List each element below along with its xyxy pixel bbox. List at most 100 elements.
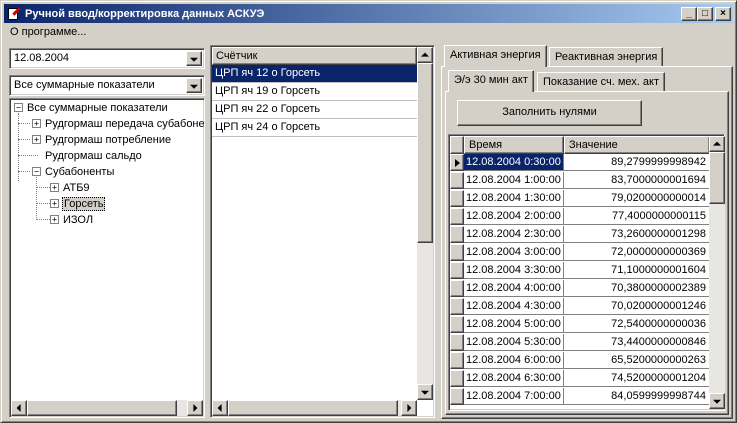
row-indicator[interactable] (450, 280, 464, 297)
filter-combobox-dropdown-button[interactable] (186, 78, 202, 93)
row-indicator[interactable] (450, 316, 464, 333)
list-item[interactable]: ЦРП яч 22 о Горсеть (212, 101, 417, 119)
expand-icon[interactable]: + (50, 183, 59, 192)
grid-header-time[interactable]: Время (464, 136, 564, 154)
collapse-icon[interactable]: − (32, 167, 41, 176)
tree-node-subitem[interactable]: + АТБ9 (50, 180, 91, 195)
meter-list[interactable]: Счётчик ЦРП яч 12 о Горсеть ЦРП яч 19 о … (210, 45, 435, 418)
scroll-thumb[interactable] (228, 400, 398, 416)
grid-cell-value[interactable]: 72,5400000000036 (564, 316, 710, 333)
grid-vertical-scrollbar[interactable] (709, 136, 725, 409)
expand-icon[interactable]: + (50, 199, 59, 208)
grid-cell-value[interactable]: 74,5200000001204 (564, 370, 710, 387)
scroll-right-button[interactable] (401, 400, 417, 416)
tree-node-subitem[interactable]: + ИЗОЛ (50, 212, 94, 227)
maximize-button[interactable]: □ (697, 6, 713, 21)
scroll-thumb[interactable] (417, 63, 433, 243)
grid-cell-time[interactable]: 12.08.2004 1:30:00 (464, 190, 564, 207)
grid-cell-time[interactable]: 12.08.2004 1:00:00 (464, 172, 564, 189)
tree-node-item[interactable]: + Рудгормаш передача субабонентам (32, 116, 205, 131)
row-indicator[interactable] (450, 154, 464, 171)
grid-cell-time[interactable]: 12.08.2004 6:30:00 (464, 370, 564, 387)
grid-cell-time[interactable]: 12.08.2004 7:00:00 (464, 388, 564, 405)
row-indicator[interactable] (450, 388, 464, 405)
current-row-pointer-icon (455, 159, 460, 167)
grid-cell-value[interactable]: 79,0200000000014 (564, 190, 710, 207)
row-indicator[interactable] (450, 172, 464, 189)
grid-cell-value[interactable]: 83,7000000001694 (564, 172, 710, 189)
grid-cell-time[interactable]: 12.08.2004 0:30:00 (464, 154, 564, 171)
grid-cell-value[interactable]: 73,2600000001298 (564, 226, 710, 243)
list-item-selected[interactable]: ЦРП яч 12 о Горсеть (212, 65, 417, 83)
grid-cell-time[interactable]: 12.08.2004 2:30:00 (464, 226, 564, 243)
fill-zeros-button[interactable]: Заполнить нулями (457, 100, 642, 126)
row-indicator[interactable] (450, 370, 464, 387)
tree-node-item[interactable]: − Субабоненты (32, 164, 115, 179)
list-item[interactable]: ЦРП яч 19 о Горсеть (212, 83, 417, 101)
grid-cell-time[interactable]: 12.08.2004 4:30:00 (464, 298, 564, 315)
tree-node-item[interactable]: + Рудгормаш потребление (32, 132, 172, 147)
grid-cell-value[interactable]: 77,4000000000115 (564, 208, 710, 225)
grid-cell-time[interactable]: 12.08.2004 3:00:00 (464, 244, 564, 261)
scroll-down-button[interactable] (417, 384, 433, 400)
tree-node-label: Рудгормаш передача субабонентам (45, 117, 205, 130)
grid-cell-value[interactable]: 72,0000000000369 (564, 244, 710, 261)
close-button[interactable]: × (715, 6, 731, 21)
minimize-button[interactable]: _ (681, 6, 697, 21)
scroll-thumb[interactable] (709, 152, 725, 204)
grid-cell-value[interactable]: 70,3800000002389 (564, 280, 710, 297)
tab-reactive-energy[interactable]: Реактивная энергия (549, 47, 664, 67)
list-item[interactable]: ЦРП яч 24 о Горсеть (212, 119, 417, 137)
grid-cell-value[interactable]: 73,4400000000846 (564, 334, 710, 351)
menu-about[interactable]: О программе... (4, 26, 92, 38)
tree-node-item[interactable]: Рудгормаш сальдо (44, 148, 143, 163)
row-indicator[interactable] (450, 298, 464, 315)
row-indicator[interactable] (450, 352, 464, 369)
tree-horizontal-scrollbar[interactable] (11, 400, 203, 416)
grid-header-value[interactable]: Значение (564, 136, 710, 154)
scroll-thumb[interactable] (27, 400, 177, 416)
data-grid[interactable]: Время Значение 12.08.2004 0:30:00 89,2799… (448, 134, 725, 411)
tab-meter-reading[interactable]: Показание сч. мех. акт (537, 72, 665, 92)
collapse-icon[interactable]: − (14, 103, 23, 112)
tab-active-energy[interactable]: Активная энергия (444, 45, 547, 67)
row-indicator[interactable] (450, 334, 464, 351)
grid-cell-value[interactable]: 70,0200000001246 (564, 298, 710, 315)
tree-node-root[interactable]: − Все суммарные показатели (14, 100, 169, 115)
expand-icon[interactable]: + (50, 215, 59, 224)
grid-cell-value[interactable]: 71,1000000001604 (564, 262, 710, 279)
tab-30min-active[interactable]: Э/э 30 мин акт (448, 70, 534, 92)
tree-node-subitem[interactable]: + Горсеть (50, 196, 106, 211)
row-indicator[interactable] (450, 190, 464, 207)
scroll-right-button[interactable] (187, 400, 203, 416)
list-vertical-scrollbar[interactable] (417, 47, 433, 400)
row-indicator[interactable] (450, 262, 464, 279)
expand-icon[interactable]: + (32, 135, 41, 144)
grid-cell-time[interactable]: 12.08.2004 5:30:00 (464, 334, 564, 351)
scroll-left-button[interactable] (212, 400, 228, 416)
list-column-header[interactable]: Счётчик (212, 47, 417, 65)
tree-view[interactable]: − Все суммарные показатели + Рудгормаш п… (9, 98, 205, 418)
grid-cell-value[interactable]: 89,2799999998942 (564, 154, 710, 171)
expand-icon[interactable]: + (32, 119, 41, 128)
grid-cell-time[interactable]: 12.08.2004 6:00:00 (464, 352, 564, 369)
grid-cell-time[interactable]: 12.08.2004 2:00:00 (464, 208, 564, 225)
filter-combobox[interactable]: Все суммарные показатели (9, 75, 205, 96)
date-combobox-dropdown-button[interactable] (186, 51, 202, 66)
scroll-up-button[interactable] (417, 47, 433, 63)
scroll-left-button[interactable] (11, 400, 27, 416)
tree-node-label: Субабоненты (45, 165, 115, 178)
grid-cell-time[interactable]: 12.08.2004 4:00:00 (464, 280, 564, 297)
grid-cell-value[interactable]: 65,5200000000263 (564, 352, 710, 369)
row-indicator[interactable] (450, 244, 464, 261)
list-horizontal-scrollbar[interactable] (212, 400, 417, 416)
scroll-down-button[interactable] (709, 393, 725, 409)
row-indicator[interactable] (450, 226, 464, 243)
grid-cell-value[interactable]: 84,0599999998744 (564, 388, 710, 405)
scroll-up-button[interactable] (709, 136, 725, 152)
grid-cell-time[interactable]: 12.08.2004 5:00:00 (464, 316, 564, 333)
row-indicator[interactable] (450, 208, 464, 225)
grid-cell-time[interactable]: 12.08.2004 3:30:00 (464, 262, 564, 279)
date-combobox[interactable]: 12.08.2004 (9, 48, 205, 69)
title-bar[interactable]: Ручной ввод/корректировка данных АСКУЭ _… (4, 4, 733, 23)
